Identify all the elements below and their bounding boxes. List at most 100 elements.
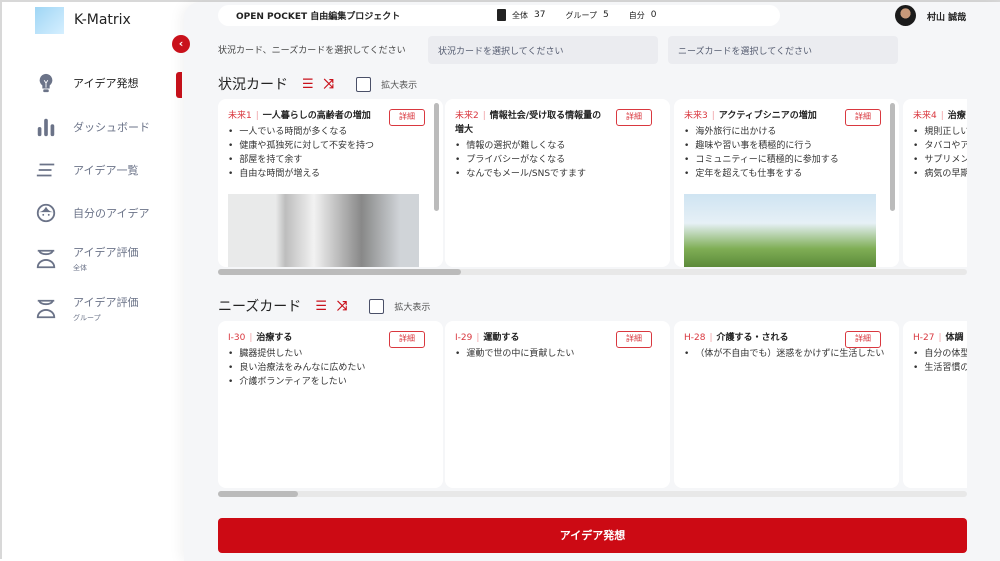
sidebar-item-label: アイデア発想 [73, 77, 139, 90]
card[interactable]: 未来3|アクティブシニアの増加 詳細海外旅行に出かける趣味や習い事を積極的に行うコ… [674, 99, 899, 267]
detail-button[interactable]: 詳細 [845, 109, 881, 126]
card-vscrollbar[interactable] [890, 103, 895, 211]
detail-button[interactable]: 詳細 [616, 109, 652, 126]
separator: | [255, 111, 259, 121]
situation-card-list: 未来1|一人暮らしの高齢者の増加詳細一人でいる時間が多くなる健康や孤独死に対して… [218, 99, 967, 267]
card-title-row: 未来4 | 治療 [913, 109, 967, 123]
card-item: 健康や孤独死に対して不安を持つ [228, 139, 433, 153]
card-image-elderly-person [228, 194, 419, 267]
card-item: 生活習慣の [913, 361, 967, 375]
collapse-sidebar-button[interactable]: ‹ [172, 35, 190, 53]
idea-bin-icon [497, 9, 506, 21]
zoom-checkbox[interactable] [356, 76, 372, 92]
sidebar-item-my-ideas[interactable]: 自分のアイデア [35, 202, 149, 224]
card-item: （体が不自由でも）迷惑をかけずに生活したい [684, 347, 889, 361]
card-id: I-30 [228, 333, 246, 343]
card[interactable]: 未来1|一人暮らしの高齢者の増加 詳細一人でいる時間が多くなる健康や孤独死に対して… [218, 99, 443, 267]
card-item: コミュニティーに積極的に参加する [684, 153, 889, 167]
sidebar-item-idea-list[interactable]: アイデア一覧 [35, 159, 138, 181]
card-items: （体が不自由でも）迷惑をかけずに生活したい [684, 347, 889, 361]
card[interactable]: I-29|運動する 詳細運動で世の中に貢献したい [445, 321, 670, 488]
situation-card-select[interactable]: 状況カードを選択してください [428, 36, 658, 64]
card-title: 運動する [483, 333, 520, 343]
active-indicator [176, 72, 182, 98]
card-title: 体調 [945, 333, 964, 343]
zoom-checkbox[interactable] [369, 298, 385, 314]
selection-hint: 状況カード、ニーズカードを選択してください [218, 46, 406, 56]
card-items: 一人でいる時間が多くなる健康や孤独死に対して不安を持つ部屋を持て余す自由な時間が… [228, 125, 433, 181]
avatar[interactable] [895, 5, 916, 26]
k-matrix-logo [35, 7, 64, 34]
needs-card-select[interactable]: ニーズカードを選択してください [668, 36, 898, 64]
generate-idea-button[interactable]: アイデア発想 [218, 518, 967, 553]
sidebar-item-evaluation-all[interactable]: アイデア評価 全体 [35, 244, 138, 273]
sort-icon[interactable]: ☰ [315, 299, 327, 314]
card-item: 一人でいる時間が多くなる [228, 125, 433, 139]
card-items: 規則正しいタバコやアサプリメン病気の早期 [913, 125, 967, 181]
card-title: 一人暮らしの高齢者の増加 [262, 111, 371, 121]
card-items: 海外旅行に出かける趣味や習い事を積極的に行うコミュニティーに積極的に参加する定年… [684, 125, 889, 181]
card-item: プライバシーがなくなる [455, 153, 660, 167]
stat-value: 0 [650, 10, 657, 20]
user-name[interactable]: 村山 誠哉 [927, 10, 966, 23]
zoom-label: 拡大表示 [394, 302, 431, 313]
card-item: タバコやア [913, 139, 967, 153]
card-id: I-29 [455, 333, 473, 343]
shuffle-icon[interactable]: ⤨ [324, 77, 334, 92]
card-item: 定年を超えても仕事をする [684, 167, 889, 181]
card[interactable]: 未来4|治療詳細規則正しいタバコやアサプリメン病気の早期 [903, 99, 967, 267]
detail-button[interactable]: 詳細 [616, 331, 652, 348]
card-item: 臓器提供したい [228, 347, 433, 361]
sidebar-item-label: アイデア一覧 [73, 164, 139, 177]
card-item: 海外旅行に出かける [684, 125, 889, 139]
separator: | [249, 333, 253, 343]
card-items: 自分の体型生活習慣の [913, 347, 967, 375]
detail-button[interactable]: 詳細 [389, 109, 425, 126]
section-title: 状況カード [218, 77, 288, 93]
situation-section-header: 状況カード ☰ ⤨ 拡大表示 [218, 74, 417, 94]
card-vscrollbar[interactable] [434, 103, 439, 211]
scale-icon [36, 249, 56, 268]
stat-value: 5 [602, 10, 609, 20]
card-item: 部屋を持て余す [228, 153, 433, 167]
sidebar-item-label: アイデア評価 [73, 246, 139, 259]
card-item: なんでもメール/SNSですます [455, 167, 660, 181]
card-item: 病気の早期 [913, 167, 967, 181]
shuffle-icon[interactable]: ⤨ [337, 299, 347, 314]
card[interactable]: I-30|治療する 詳細臓器提供したい良い治療法をみんなに広めたい介護ボランティア… [218, 321, 443, 488]
scrollbar-thumb[interactable] [218, 491, 298, 497]
sort-icon[interactable]: ☰ [302, 77, 314, 92]
card-items: 情報の選択が難しくなるプライバシーがなくなるなんでもメール/SNSですます [455, 139, 660, 181]
sidebar-item-label: ダッシュボード [73, 121, 150, 134]
needs-hscrollbar-track[interactable] [218, 491, 967, 497]
sidebar-item-label-wrap: アイデア評価グループ [73, 294, 138, 323]
card-item: 趣味や習い事を積極的に行う [684, 139, 889, 153]
card-id: H-28 [684, 333, 706, 343]
detail-button[interactable]: 詳細 [389, 331, 425, 348]
card-item: 自由な時間が増える [228, 167, 433, 181]
card-item: サプリメン [913, 153, 967, 167]
card-image-active-seniors [684, 194, 876, 267]
sidebar-item-dashboard[interactable]: ダッシュボード [35, 116, 150, 138]
card[interactable]: H-28|介護する・される 詳細（体が不自由でも）迷惑をかけずに生活したい [674, 321, 899, 488]
sidebar-item-evaluation-group[interactable]: アイデア評価グループ [35, 294, 138, 323]
separator: | [709, 333, 713, 343]
separator: | [476, 333, 480, 343]
card-id: 未来3 [684, 111, 708, 121]
needs-card-list: I-30|治療する詳細臓器提供したい良い治療法をみんなに広めたい介護ボランティア… [218, 321, 967, 488]
card-id: 未来1 [228, 111, 252, 121]
sidebar-item-sublabel: グループ [73, 314, 101, 322]
sidebar-item-idea-generation[interactable]: アイデア発想 [35, 72, 138, 94]
detail-button[interactable]: 詳細 [845, 331, 881, 348]
card-item: 規則正しい [913, 125, 967, 139]
card-id: 未来2 [455, 111, 479, 121]
sidebar-item-label: 自分のアイデア [73, 207, 150, 220]
card[interactable]: H-27|体調詳細自分の体型生活習慣の [903, 321, 967, 488]
card[interactable]: 未来2|情報社会/受け取る情報量の増大詳細情報の選択が難しくなるプライバシーがな… [445, 99, 670, 267]
sidebar-item-label: アイデア評価 [73, 296, 139, 309]
stat-label: 自分 [628, 10, 645, 20]
card-items: 運動で世の中に貢献したい [455, 347, 660, 361]
scrollbar-thumb[interactable] [218, 269, 461, 275]
list-icon [36, 163, 55, 177]
situation-hscrollbar-track[interactable] [218, 269, 967, 275]
